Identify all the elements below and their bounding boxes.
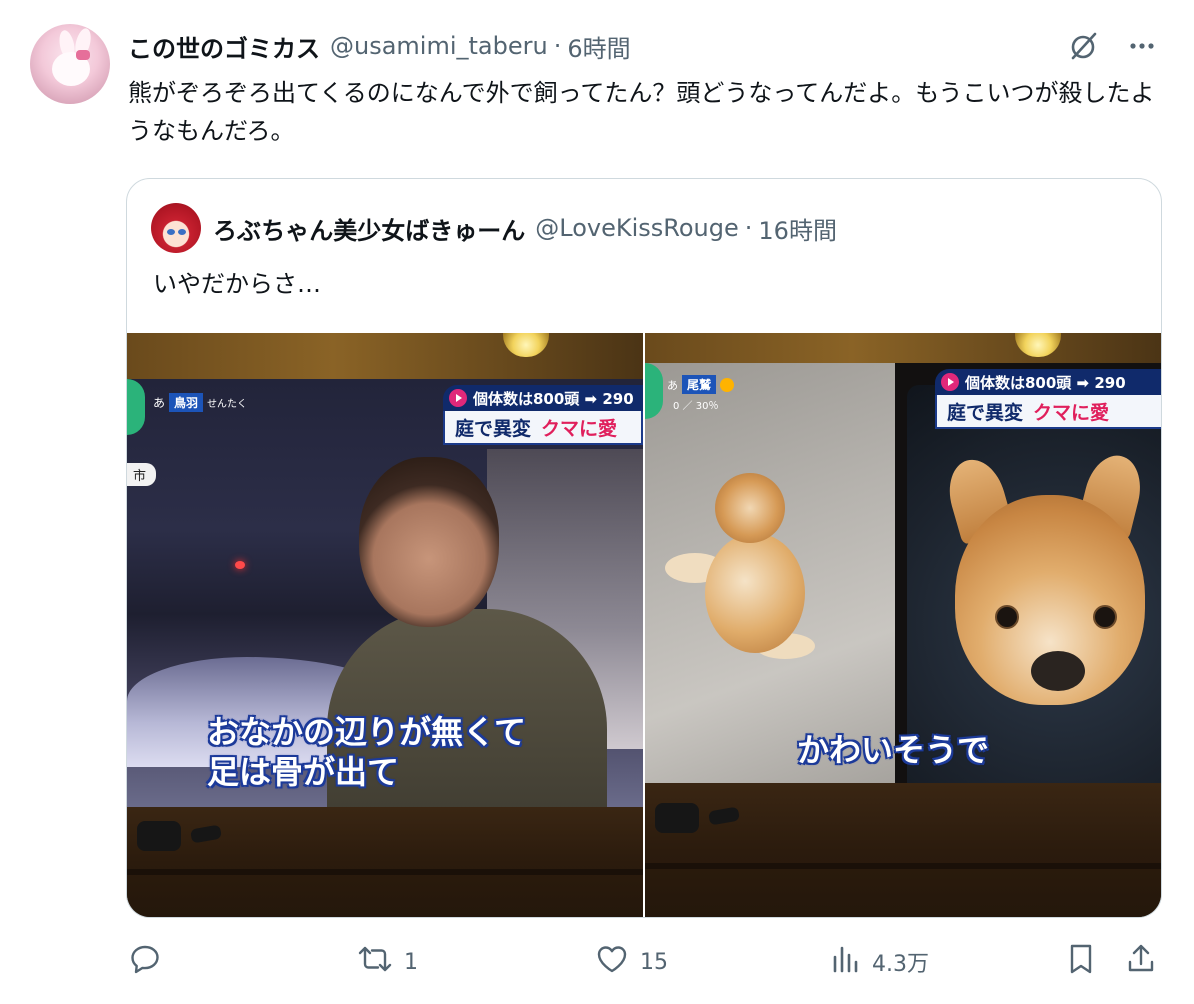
- subtitle-line-2: 足は骨が出て: [207, 753, 400, 791]
- reply-button[interactable]: [128, 940, 172, 984]
- loc-name: 鳥羽: [169, 393, 204, 412]
- media-image-left[interactable]: あ 鳥羽 せんたく 市 個体数は800頭 ➡ 290 庭で異変 クマに愛 おなかの…: [127, 333, 643, 917]
- tweet-time[interactable]: 6時間: [567, 29, 630, 64]
- banner-accent-text: クマに愛: [1033, 401, 1110, 424]
- tweet-action-bar: 1 15 4.3万: [0, 940, 1194, 984]
- city-tag: 市: [127, 463, 157, 486]
- banner-main-text: 庭で異変: [455, 417, 532, 440]
- loc-prefix: あ: [667, 378, 678, 392]
- news-banner: 個体数は800頭 ➡ 290 庭で異変 クマに愛: [935, 369, 1161, 429]
- loc-name: 尾鷲: [682, 375, 717, 394]
- retweet-count: 1: [404, 949, 418, 975]
- author-display-name[interactable]: この世のゴミカス: [128, 29, 320, 64]
- media-grid: あ 鳥羽 せんたく 市 個体数は800頭 ➡ 290 庭で異変 クマに愛 おなかの…: [127, 333, 1161, 917]
- tv-frame: あ 尾鷲 0 ／ 30％ 個体数は800頭 ➡ 290 庭で異変 クマに愛 かわい…: [645, 363, 1161, 783]
- views-button[interactable]: 4.3万: [830, 940, 929, 984]
- quoted-author-avatar[interactable]: [151, 203, 201, 253]
- like-icon: [594, 942, 630, 982]
- banner-top-text: 個体数は800頭 ➡ 290: [473, 389, 634, 408]
- loc-label: せんたく: [207, 399, 248, 410]
- banner-top-text: 個体数は800頭 ➡ 290: [965, 373, 1126, 392]
- weather-stats: 0 ／ 30％: [673, 401, 719, 412]
- author-handle[interactable]: @usamimi_taberu: [330, 32, 548, 60]
- quoted-tweet-text: いやだからさ…: [153, 270, 321, 298]
- bookmark-button[interactable]: [1064, 940, 1098, 984]
- tweet-header: この世のゴミカス @usamimi_taberu · 6時間: [128, 29, 631, 64]
- more-icon[interactable]: [1124, 28, 1160, 64]
- subtitle-line-1: おなかの辺りが無くて: [207, 713, 527, 751]
- retweet-icon: [356, 942, 394, 982]
- retweet-button[interactable]: 1: [356, 940, 418, 984]
- separator-dot: ·: [744, 214, 753, 242]
- reply-icon: [128, 942, 162, 982]
- subtitle-line-1: かわいそうで: [797, 731, 990, 769]
- bookmark-icon: [1064, 942, 1098, 982]
- tweet-top-actions: [1066, 28, 1160, 64]
- media-image-right[interactable]: あ 尾鷲 0 ／ 30％ 個体数は800頭 ➡ 290 庭で異変 クマに愛 かわい…: [645, 333, 1161, 917]
- share-button[interactable]: [1124, 940, 1158, 984]
- sun-icon: [720, 377, 735, 392]
- weather-location-tag: あ 鳥羽 せんたく: [153, 393, 247, 412]
- quoted-author-display-name[interactable]: ろぶちゃん美少女ばきゅーん: [213, 211, 525, 246]
- news-banner: 個体数は800頭 ➡ 290 庭で異変 クマに愛: [443, 385, 643, 445]
- loc-prefix: あ: [153, 396, 166, 410]
- author-avatar[interactable]: [30, 24, 110, 104]
- quoted-tweet-card[interactable]: ろぶちゃん美少女ばきゅーん @LoveKissRouge · 16時間 いやだか…: [126, 178, 1162, 918]
- separator-dot: ·: [553, 32, 562, 60]
- views-icon: [830, 942, 862, 982]
- banner-main-text: 庭で異変: [947, 401, 1024, 424]
- weather-location-tag: あ 尾鷲: [667, 375, 735, 394]
- tv-frame: あ 鳥羽 せんたく 市 個体数は800頭 ➡ 290 庭で異変 クマに愛 おなかの…: [127, 379, 643, 807]
- tweet-text: 熊がぞろぞろ出てくるのになんで外で飼ってたん？頭どうなってんだよ。もうこいつが殺…: [128, 79, 1155, 145]
- like-button[interactable]: 15: [594, 940, 668, 984]
- views-count: 4.3万: [872, 952, 929, 977]
- like-count: 15: [640, 949, 668, 975]
- share-icon: [1124, 942, 1158, 982]
- banner-accent-text: クマに愛: [541, 417, 618, 440]
- quoted-tweet-header: ろぶちゃん美少女ばきゅーん @LoveKissRouge · 16時間: [213, 211, 837, 245]
- quoted-tweet-time[interactable]: 16時間: [758, 211, 837, 246]
- grok-icon[interactable]: [1066, 28, 1102, 64]
- quoted-author-handle[interactable]: @LoveKissRouge: [535, 214, 739, 242]
